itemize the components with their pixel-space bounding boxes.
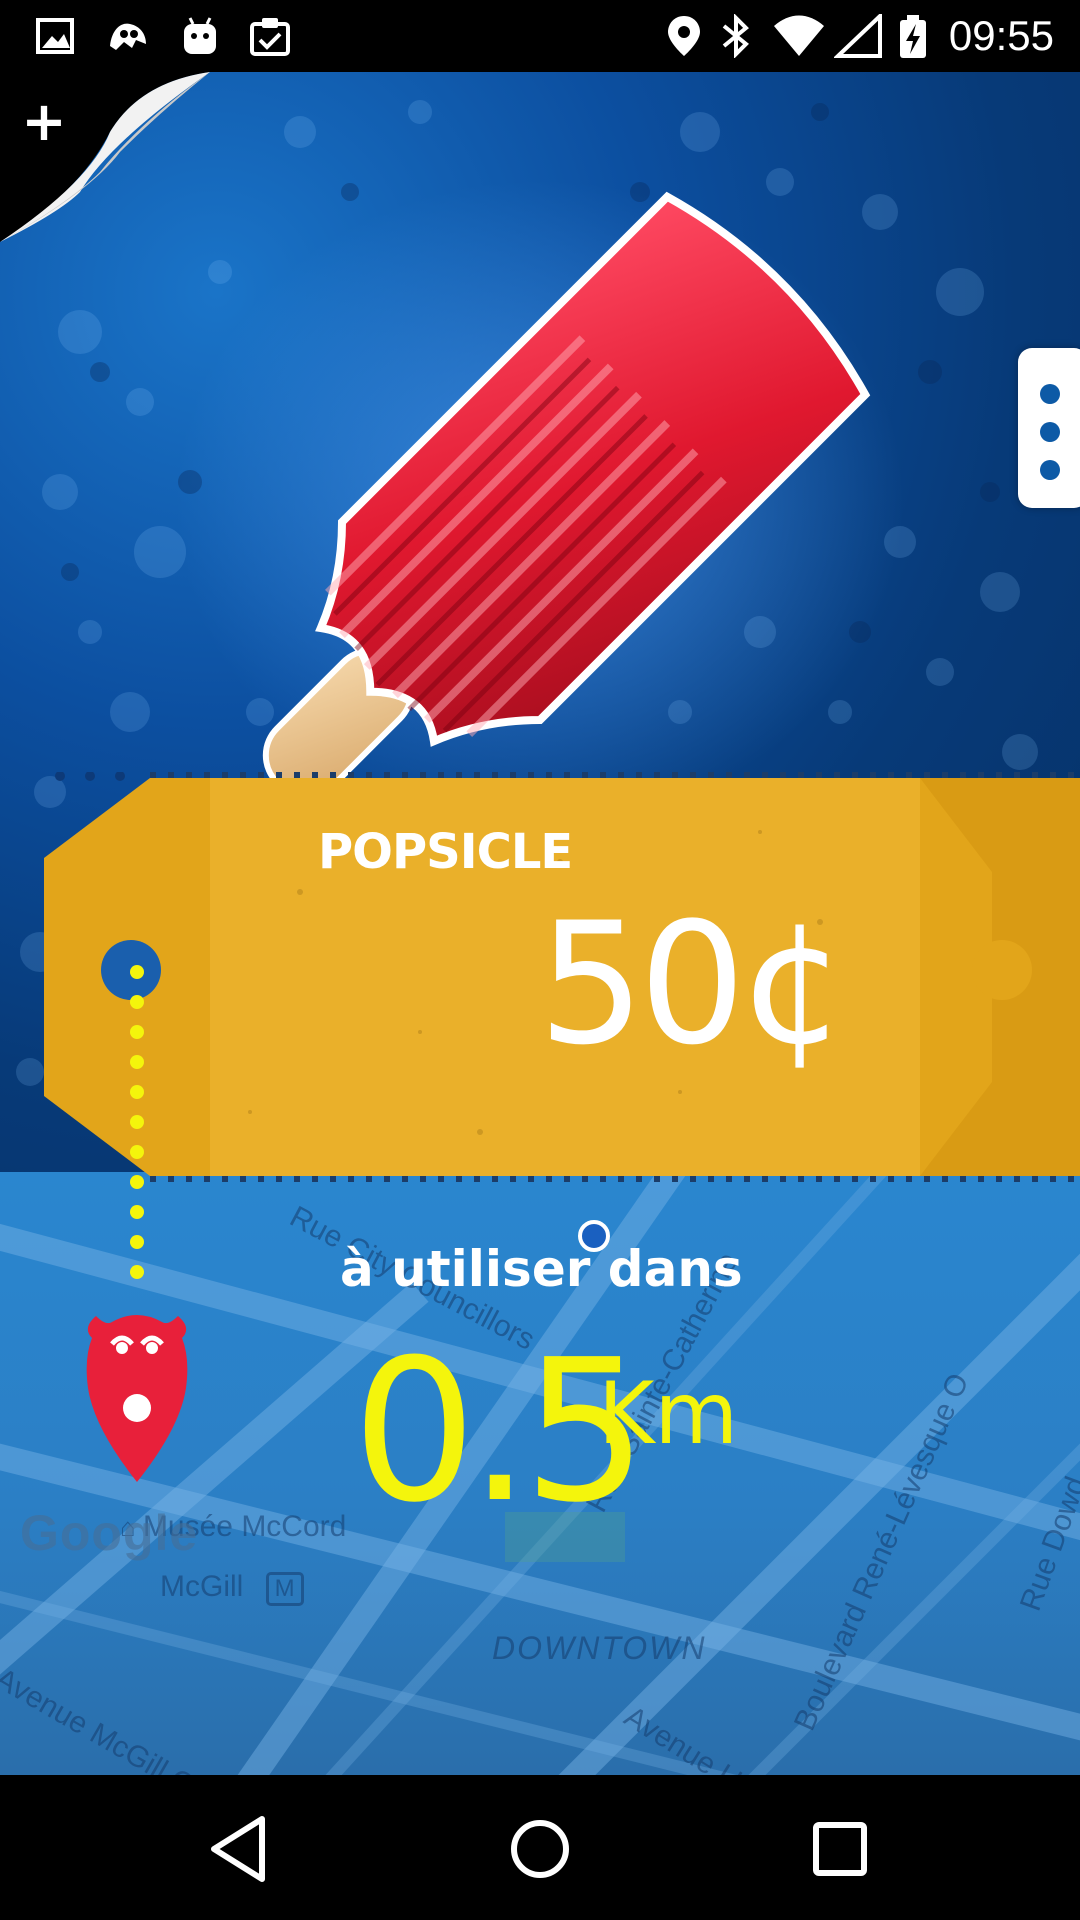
- location-pin-icon[interactable]: [82, 1298, 192, 1482]
- add-button[interactable]: +: [14, 92, 74, 152]
- app-screen: 09:55 Rue City Councillors Rue Sainte-Ca…: [0, 0, 1080, 1920]
- back-icon[interactable]: [200, 1809, 280, 1889]
- app-notification-icon: [110, 23, 146, 50]
- product-name: POPSICLE: [318, 824, 573, 880]
- signal-icon: [834, 14, 882, 58]
- android-icon: [184, 17, 216, 54]
- deal-card[interactable]: Rue City Councillors Rue Sainte-Catherin…: [0, 72, 1080, 1775]
- home-icon[interactable]: [500, 1809, 580, 1889]
- map-label-metro: McGill M: [160, 1570, 304, 1606]
- status-bar: 09:55: [0, 0, 1080, 72]
- more-options-button[interactable]: [1018, 348, 1080, 508]
- clipboard-check-icon: [250, 18, 290, 56]
- location-icon: [668, 16, 700, 56]
- distance-value: 0.5: [352, 1318, 648, 1546]
- wifi-icon: [774, 15, 824, 56]
- map-label-district: DOWNTOWN: [492, 1630, 707, 1666]
- distance-label: à utiliser dans: [340, 1240, 743, 1298]
- google-attribution[interactable]: Google: [20, 1504, 198, 1562]
- more-options-dot: [1040, 460, 1060, 480]
- more-options-dot: [1040, 422, 1060, 442]
- status-time: 09:55: [948, 12, 1054, 59]
- recents-icon[interactable]: [800, 1809, 880, 1889]
- bluetooth-icon: [722, 14, 749, 58]
- image-icon: [36, 18, 74, 54]
- metro-icon: M: [265, 1572, 304, 1606]
- battery-charging-icon: [900, 15, 926, 58]
- more-options-dot: [1040, 384, 1060, 404]
- price-value: 50¢: [538, 886, 847, 1082]
- distance-unit: Km: [598, 1364, 739, 1464]
- navigation-bar: [0, 1775, 1080, 1920]
